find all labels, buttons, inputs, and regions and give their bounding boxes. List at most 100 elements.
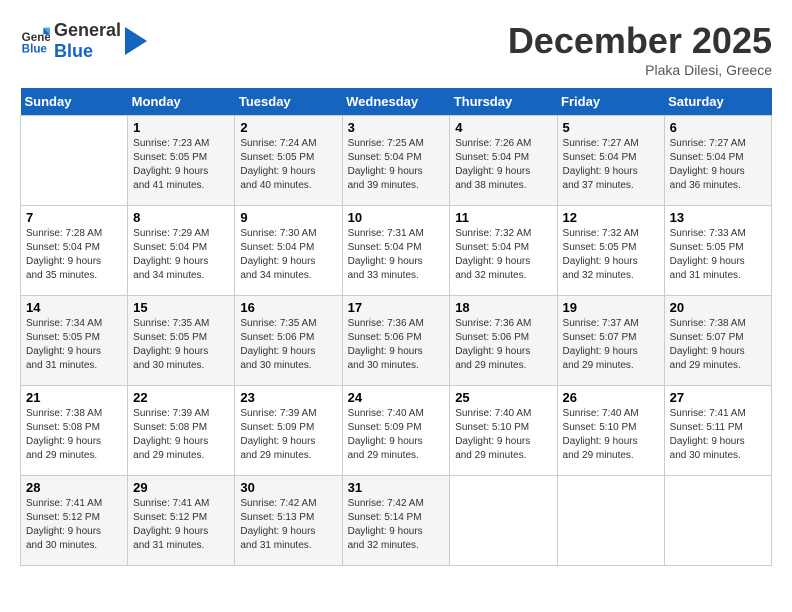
day-number: 28 [26, 480, 122, 495]
day-number: 24 [348, 390, 445, 405]
day-info: Sunrise: 7:39 AM Sunset: 5:08 PM Dayligh… [133, 407, 229, 463]
day-number: 27 [670, 390, 766, 405]
day-number: 8 [133, 210, 229, 225]
day-info: Sunrise: 7:31 AM Sunset: 5:04 PM Dayligh… [348, 227, 445, 283]
day-info: Sunrise: 7:42 AM Sunset: 5:14 PM Dayligh… [348, 497, 445, 553]
day-info: Sunrise: 7:30 AM Sunset: 5:04 PM Dayligh… [240, 227, 336, 283]
day-number: 5 [563, 120, 659, 135]
day-info: Sunrise: 7:23 AM Sunset: 5:05 PM Dayligh… [133, 137, 229, 193]
weekday-header-wednesday: Wednesday [342, 88, 450, 116]
calendar-cell: 25 Sunrise: 7:40 AM Sunset: 5:10 PM Dayli… [450, 386, 557, 476]
day-number: 29 [133, 480, 229, 495]
day-info: Sunrise: 7:27 AM Sunset: 5:04 PM Dayligh… [563, 137, 659, 193]
calendar-cell: 28 Sunrise: 7:41 AM Sunset: 5:12 PM Dayli… [21, 476, 128, 566]
calendar-cell: 29 Sunrise: 7:41 AM Sunset: 5:12 PM Dayli… [128, 476, 235, 566]
title-block: December 2025 Plaka Dilesi, Greece [508, 20, 772, 78]
day-number: 14 [26, 300, 122, 315]
weekday-header-monday: Monday [128, 88, 235, 116]
day-info: Sunrise: 7:35 AM Sunset: 5:05 PM Dayligh… [133, 317, 229, 373]
calendar-cell: 7Sunrise: 7:28 AM Sunset: 5:04 PM Daylig… [21, 206, 128, 296]
calendar-cell [21, 116, 128, 206]
day-info: Sunrise: 7:28 AM Sunset: 5:04 PM Dayligh… [26, 227, 122, 283]
day-number: 4 [455, 120, 551, 135]
day-number: 18 [455, 300, 551, 315]
day-number: 31 [348, 480, 445, 495]
day-number: 3 [348, 120, 445, 135]
day-info: Sunrise: 7:36 AM Sunset: 5:06 PM Dayligh… [348, 317, 445, 373]
calendar-cell: 5 Sunrise: 7:27 AM Sunset: 5:04 PM Daylig… [557, 116, 664, 206]
page-header: General Blue General Blue December 2025 … [20, 20, 772, 78]
day-info: Sunrise: 7:29 AM Sunset: 5:04 PM Dayligh… [133, 227, 229, 283]
calendar-cell: 10 Sunrise: 7:31 AM Sunset: 5:04 PM Dayli… [342, 206, 450, 296]
day-info: Sunrise: 7:41 AM Sunset: 5:12 PM Dayligh… [133, 497, 229, 553]
weekday-header-thursday: Thursday [450, 88, 557, 116]
day-info: Sunrise: 7:41 AM Sunset: 5:11 PM Dayligh… [670, 407, 766, 463]
weekday-header-tuesday: Tuesday [235, 88, 342, 116]
day-number: 11 [455, 210, 551, 225]
calendar-cell: 19Sunrise: 7:37 AM Sunset: 5:07 PM Dayli… [557, 296, 664, 386]
day-info: Sunrise: 7:39 AM Sunset: 5:09 PM Dayligh… [240, 407, 336, 463]
day-info: Sunrise: 7:32 AM Sunset: 5:04 PM Dayligh… [455, 227, 551, 283]
day-info: Sunrise: 7:33 AM Sunset: 5:05 PM Dayligh… [670, 227, 766, 283]
calendar-week-5: 28 Sunrise: 7:41 AM Sunset: 5:12 PM Dayli… [21, 476, 772, 566]
calendar-cell: 9 Sunrise: 7:30 AM Sunset: 5:04 PM Daylig… [235, 206, 342, 296]
calendar-cell: 27 Sunrise: 7:41 AM Sunset: 5:11 PM Dayli… [664, 386, 771, 476]
calendar-cell: 3Sunrise: 7:25 AM Sunset: 5:04 PM Daylig… [342, 116, 450, 206]
calendar-cell: 16Sunrise: 7:35 AM Sunset: 5:06 PM Dayli… [235, 296, 342, 386]
calendar-cell: 8 Sunrise: 7:29 AM Sunset: 5:04 PM Daylig… [128, 206, 235, 296]
day-info: Sunrise: 7:27 AM Sunset: 5:04 PM Dayligh… [670, 137, 766, 193]
calendar-cell: 13Sunrise: 7:33 AM Sunset: 5:05 PM Dayli… [664, 206, 771, 296]
weekday-header-friday: Friday [557, 88, 664, 116]
day-number: 25 [455, 390, 551, 405]
calendar-week-4: 21Sunrise: 7:38 AM Sunset: 5:08 PM Dayli… [21, 386, 772, 476]
calendar-cell: 20Sunrise: 7:38 AM Sunset: 5:07 PM Dayli… [664, 296, 771, 386]
day-info: Sunrise: 7:40 AM Sunset: 5:09 PM Dayligh… [348, 407, 445, 463]
day-number: 22 [133, 390, 229, 405]
day-info: Sunrise: 7:42 AM Sunset: 5:13 PM Dayligh… [240, 497, 336, 553]
calendar-cell [557, 476, 664, 566]
day-number: 19 [563, 300, 659, 315]
location-subtitle: Plaka Dilesi, Greece [508, 62, 772, 78]
svg-text:Blue: Blue [22, 43, 48, 56]
logo: General Blue General Blue [20, 20, 147, 62]
day-number: 23 [240, 390, 336, 405]
calendar-cell: 24 Sunrise: 7:40 AM Sunset: 5:09 PM Dayli… [342, 386, 450, 476]
calendar-cell: 1 Sunrise: 7:23 AM Sunset: 5:05 PM Daylig… [128, 116, 235, 206]
day-info: Sunrise: 7:40 AM Sunset: 5:10 PM Dayligh… [563, 407, 659, 463]
calendar-week-1: 1 Sunrise: 7:23 AM Sunset: 5:05 PM Daylig… [21, 116, 772, 206]
day-info: Sunrise: 7:41 AM Sunset: 5:12 PM Dayligh… [26, 497, 122, 553]
calendar-cell: 21Sunrise: 7:38 AM Sunset: 5:08 PM Dayli… [21, 386, 128, 476]
day-number: 12 [563, 210, 659, 225]
day-info: Sunrise: 7:40 AM Sunset: 5:10 PM Dayligh… [455, 407, 551, 463]
weekday-header-saturday: Saturday [664, 88, 771, 116]
day-info: Sunrise: 7:26 AM Sunset: 5:04 PM Dayligh… [455, 137, 551, 193]
day-number: 1 [133, 120, 229, 135]
calendar-cell: 6 Sunrise: 7:27 AM Sunset: 5:04 PM Daylig… [664, 116, 771, 206]
day-info: Sunrise: 7:35 AM Sunset: 5:06 PM Dayligh… [240, 317, 336, 373]
day-number: 10 [348, 210, 445, 225]
calendar-cell: 26 Sunrise: 7:40 AM Sunset: 5:10 PM Dayli… [557, 386, 664, 476]
day-info: Sunrise: 7:38 AM Sunset: 5:08 PM Dayligh… [26, 407, 122, 463]
logo-icon: General Blue [20, 26, 50, 56]
calendar-cell: 14 Sunrise: 7:34 AM Sunset: 5:05 PM Dayli… [21, 296, 128, 386]
logo-text-general: General [54, 20, 121, 41]
day-number: 30 [240, 480, 336, 495]
calendar-cell: 15 Sunrise: 7:35 AM Sunset: 5:05 PM Dayli… [128, 296, 235, 386]
calendar-week-2: 7Sunrise: 7:28 AM Sunset: 5:04 PM Daylig… [21, 206, 772, 296]
day-info: Sunrise: 7:34 AM Sunset: 5:05 PM Dayligh… [26, 317, 122, 373]
weekday-header-sunday: Sunday [21, 88, 128, 116]
day-info: Sunrise: 7:38 AM Sunset: 5:07 PM Dayligh… [670, 317, 766, 373]
day-info: Sunrise: 7:32 AM Sunset: 5:05 PM Dayligh… [563, 227, 659, 283]
calendar-cell [450, 476, 557, 566]
calendar-cell [664, 476, 771, 566]
day-number: 17 [348, 300, 445, 315]
day-number: 26 [563, 390, 659, 405]
calendar-cell: 22 Sunrise: 7:39 AM Sunset: 5:08 PM Dayli… [128, 386, 235, 476]
day-number: 15 [133, 300, 229, 315]
calendar-cell: 30 Sunrise: 7:42 AM Sunset: 5:13 PM Dayli… [235, 476, 342, 566]
day-number: 6 [670, 120, 766, 135]
day-number: 2 [240, 120, 336, 135]
day-number: 9 [240, 210, 336, 225]
calendar-cell: 23 Sunrise: 7:39 AM Sunset: 5:09 PM Dayli… [235, 386, 342, 476]
logo-arrow-icon [125, 27, 147, 55]
